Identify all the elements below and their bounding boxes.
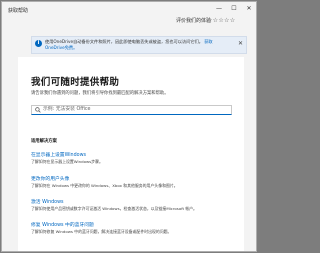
close-button[interactable]: ✕ xyxy=(246,5,252,13)
close-icon[interactable]: ✕ xyxy=(238,40,243,47)
main-content: 我们可随时提供帮助 请告诉我们你遇到的问题，我们将引导你找到最匹配的解决方案和帮… xyxy=(18,57,244,251)
search-input[interactable] xyxy=(43,106,228,114)
solution-description: 了解如何修复 Windows 中的蓝牙问题，解决连接蓝牙设备或配件时出现的问题。 xyxy=(31,229,172,234)
window-controls: — ☐ ✕ xyxy=(216,5,252,13)
app-window: 获取帮助 — ☐ ✕ 评价我们的体验 ☆☆☆☆☆ i 使用OneDrive自动备… xyxy=(1,1,257,252)
solution-description: 了解如何在显示器上设置Windows步骤。 xyxy=(31,159,103,164)
solution-description: 了解如何在 Windows 中更改你的 Windows、Xbox 和其他服务的用… xyxy=(31,183,178,188)
window-title: 获取帮助 xyxy=(8,8,29,14)
banner-text: 使用OneDrive自动备份文件和照片，因此即使电脑丢失或被盗，您也可以访问它们… xyxy=(45,39,203,44)
banner-message: 使用OneDrive自动备份文件和照片，因此即使电脑丢失或被盗，您也可以访问它们… xyxy=(45,39,230,50)
solution-item: 在显示器上设置Windows 了解如何在显示器上设置Windows步骤。 xyxy=(31,153,236,164)
search-icon xyxy=(35,107,41,113)
solution-item: 更改你的用户头像 了解如何在 Windows 中更改你的 Windows、Xbo… xyxy=(31,177,236,188)
onedrive-banner: i 使用OneDrive自动备份文件和照片，因此即使电脑丢失或被盗，您也可以访问… xyxy=(31,36,247,54)
info-icon: i xyxy=(35,40,42,47)
solution-item: 修复 Windows 中的蓝牙问题 了解如何修复 Windows 中的蓝牙问题，… xyxy=(31,223,236,234)
page-subtitle: 请告诉我们你遇到的问题，我们将引导你找到最匹配的解决方案和帮助。 xyxy=(31,91,169,96)
rate-experience-label: 评价我们的体验 xyxy=(176,18,212,24)
search-box[interactable] xyxy=(31,105,232,115)
minimize-button[interactable]: — xyxy=(216,5,222,13)
solutions-heading: 适用解决方案 xyxy=(31,139,57,144)
star-rating[interactable]: ☆☆☆☆☆ xyxy=(207,17,235,24)
solution-description: 了解如何使用产品密钥或数字许可证激活 Windows，检查激活状态，以及链接Mi… xyxy=(31,206,197,211)
solution-item: 激活 Windows 了解如何使用产品密钥或数字许可证激活 Windows，检查… xyxy=(31,200,236,211)
maximize-button[interactable]: ☐ xyxy=(231,5,237,13)
page-title: 我们可随时提供帮助 xyxy=(31,77,120,88)
title-bar: 获取帮助 — ☐ ✕ 评价我们的体验 ☆☆☆☆☆ xyxy=(2,2,256,35)
